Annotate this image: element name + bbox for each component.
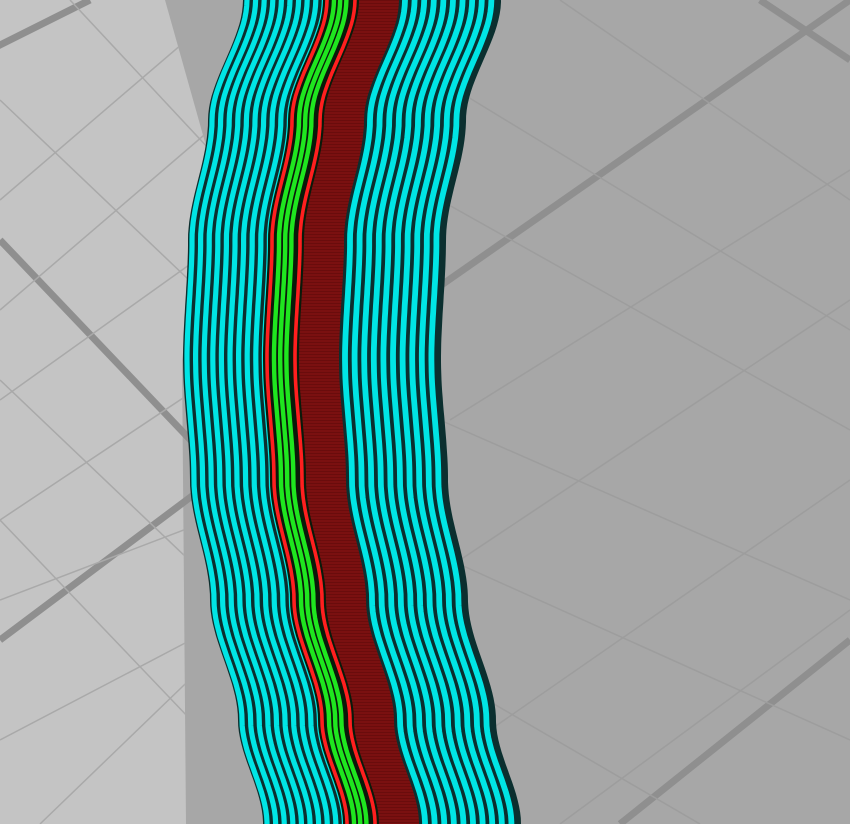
preview-canvas[interactable] xyxy=(0,0,850,824)
print-bed-light xyxy=(0,0,210,824)
gcode-preview-viewport[interactable] xyxy=(0,0,850,824)
